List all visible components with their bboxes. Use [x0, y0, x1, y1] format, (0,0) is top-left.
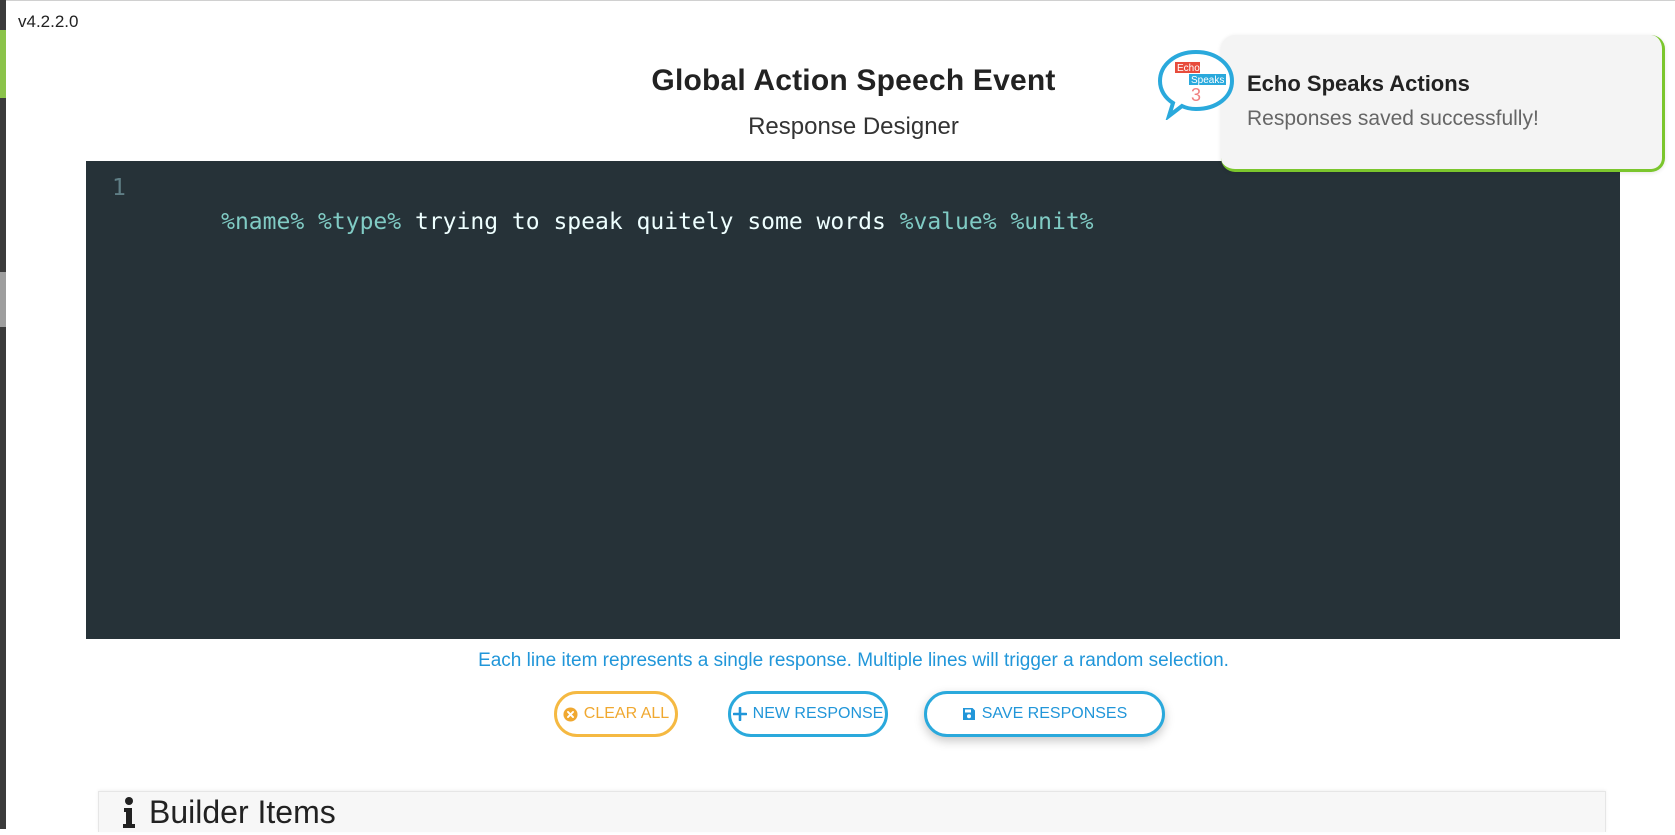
plus-icon — [732, 707, 747, 721]
logo-text-number: 3 — [1191, 85, 1201, 105]
line-content[interactable]: %name% %type% trying to speak quitely so… — [138, 171, 1094, 273]
new-response-label: NEW RESPONSE — [752, 705, 884, 722]
new-response-button[interactable]: NEW RESPONSE — [728, 691, 888, 737]
variable-token: %name% — [221, 209, 305, 235]
clear-all-button[interactable]: CLEAR ALL — [554, 691, 678, 737]
left-edge-scroll — [0, 272, 6, 327]
variable-token: %value% — [899, 209, 997, 235]
toast-message: Responses saved successfully! — [1247, 107, 1539, 130]
variable-token: %unit% — [1010, 209, 1094, 235]
info-icon — [121, 794, 137, 830]
toast-title: Echo Speaks Actions — [1247, 71, 1470, 96]
line-number: 1 — [112, 175, 126, 201]
logo-text-echo: Echo — [1177, 63, 1200, 74]
text-token: trying to speak quitely some words — [401, 209, 900, 235]
variable-token: %type% — [318, 209, 402, 235]
clear-all-label: CLEAR ALL — [583, 705, 670, 722]
version-label: v4.2.2.0 — [18, 12, 79, 31]
save-disk-icon — [962, 707, 976, 721]
save-responses-label: SAVE RESPONSES — [981, 705, 1128, 722]
editor-line[interactable]: 1 %name% %type% trying to speak quitely … — [86, 171, 1620, 235]
editor-hint-text: Each line item represents a single respo… — [478, 650, 1229, 671]
builder-items-panel: Builder Items — [98, 791, 1606, 832]
toast-notification[interactable] — [1221, 35, 1665, 172]
save-responses-button[interactable]: SAVE RESPONSES — [924, 691, 1165, 737]
builder-items-title: Builder Items — [149, 794, 336, 830]
clear-circle-icon — [563, 706, 578, 722]
response-code-editor[interactable]: 1 %name% %type% trying to speak quitely … — [86, 161, 1620, 639]
echo-speaks-logo-icon: Echo Speaks 3 — [1157, 48, 1235, 122]
window-top-border — [0, 0, 1675, 1]
